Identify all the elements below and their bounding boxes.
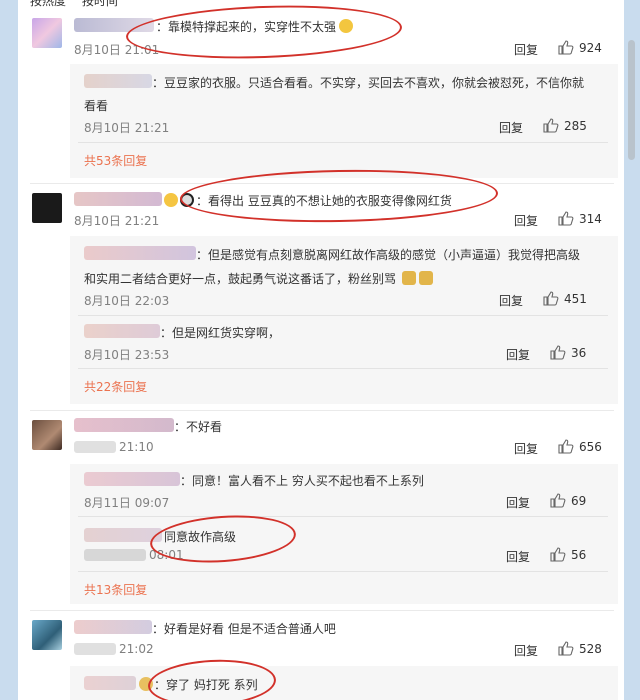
- like-count: 56: [571, 548, 587, 562]
- username-blurred[interactable]: [84, 74, 152, 88]
- avatar[interactable]: [32, 420, 62, 450]
- divider: [78, 142, 608, 143]
- like-count: 285: [564, 119, 587, 133]
- reply-text: ：但是感觉有点刻意脱离网红故作高级的感觉（小声逼逼）我觉得把高级: [196, 248, 581, 262]
- avatar[interactable]: [32, 18, 62, 48]
- thumbs-up-icon: [558, 40, 574, 55]
- like-button[interactable]: 656: [558, 439, 602, 454]
- like-count: 924: [579, 41, 602, 55]
- emoji-icon: [402, 271, 416, 285]
- thumbs-up-icon: [543, 118, 559, 133]
- emoji-icon: [164, 193, 178, 207]
- like-button[interactable]: 285: [543, 118, 587, 133]
- username-blurred[interactable]: [84, 472, 180, 486]
- reply-button[interactable]: 回复: [514, 440, 538, 457]
- reply-button[interactable]: 回复: [514, 642, 538, 659]
- sort-tabs: 按热度 按时间: [30, 0, 130, 9]
- reply-time: 8月10日 21:21: [84, 121, 170, 135]
- comment-time: 8月10日 21:21: [74, 214, 160, 228]
- reply-button[interactable]: 回复: [506, 494, 530, 511]
- comment-text: ：好看是好看 但是不适合普通人吧: [152, 622, 336, 636]
- like-count: 528: [579, 642, 602, 656]
- reply-text: ：但是网红货实穿啊，: [160, 326, 281, 340]
- like-count: 69: [571, 494, 587, 508]
- thumbs-up-icon: [558, 641, 574, 656]
- like-button[interactable]: 36: [550, 345, 586, 360]
- thumbs-up-icon: [550, 493, 566, 508]
- thumbs-up-icon: [558, 211, 574, 226]
- more-replies-link[interactable]: 共22条回复: [84, 378, 147, 395]
- scrollbar[interactable]: [628, 40, 635, 160]
- divider: [78, 315, 608, 316]
- divider: [30, 610, 614, 611]
- username-blurred[interactable]: [84, 324, 160, 338]
- more-replies-link[interactable]: 共53条回复: [84, 152, 147, 169]
- tab-time[interactable]: 按时间: [82, 0, 118, 8]
- emoji-icon: [419, 271, 433, 285]
- like-button[interactable]: 924: [558, 40, 602, 55]
- like-count: 36: [571, 346, 587, 360]
- reply-text-line2: 和实用二者结合更好一点，鼓起勇气说这番话了，粉丝别骂: [84, 272, 397, 286]
- like-button[interactable]: 56: [550, 547, 586, 562]
- username-blurred[interactable]: [84, 246, 196, 260]
- tab-hot[interactable]: 按热度: [30, 0, 66, 8]
- reply-button[interactable]: 回复: [514, 212, 538, 229]
- thumbs-up-icon: [543, 291, 559, 306]
- comment-text: ：不好看: [174, 420, 223, 434]
- thumbs-up-icon: [550, 547, 566, 562]
- thumbs-up-icon: [550, 345, 566, 360]
- like-count: 314: [579, 212, 602, 226]
- username-blurred[interactable]: [74, 620, 152, 634]
- divider: [78, 368, 608, 369]
- more-replies-link[interactable]: 共13条回复: [84, 581, 147, 598]
- like-button[interactable]: 451: [543, 291, 587, 306]
- reply-button[interactable]: 回复: [506, 346, 530, 363]
- comment-panel: 按热度 按时间 ：靠模特撑起来的，实穿性不太强 8月10日 21:01 回复 9…: [18, 0, 624, 700]
- username-blurred[interactable]: [74, 192, 162, 206]
- highlight-circle: [125, 1, 403, 63]
- reply-time: 8月10日 23:53: [84, 348, 170, 362]
- thumbs-up-icon: [558, 439, 574, 454]
- avatar[interactable]: [32, 620, 62, 650]
- divider: [78, 571, 608, 572]
- username-blurred[interactable]: [84, 676, 136, 690]
- highlight-circle: [146, 656, 278, 700]
- reply-button[interactable]: 回复: [506, 548, 530, 565]
- reply-text-line2: 看看: [84, 99, 109, 113]
- reply-text: ：豆豆家的衣服。只适合看看。不实穿，买回去不喜欢，你就会被怼死，不信你就: [152, 76, 585, 90]
- reply-time: 8月11日 09:07: [84, 496, 170, 510]
- reply-text: ：同意！富人看不上 穷人买不起也看不上系列: [180, 474, 424, 488]
- username-blurred[interactable]: [74, 418, 174, 432]
- date-blurred: [74, 643, 116, 655]
- reply-time: 8月10日 22:03: [84, 294, 170, 308]
- reply-button[interactable]: 回复: [514, 41, 538, 58]
- like-button[interactable]: 69: [550, 493, 586, 508]
- divider: [78, 516, 608, 517]
- like-button[interactable]: 314: [558, 211, 602, 226]
- comment-time: 21:10: [119, 440, 154, 454]
- avatar[interactable]: [32, 193, 62, 223]
- divider: [30, 410, 614, 411]
- comment-time: 21:02: [119, 642, 154, 656]
- reply-button[interactable]: 回复: [499, 119, 523, 136]
- date-blurred: [84, 549, 146, 561]
- like-count: 656: [579, 440, 602, 454]
- like-count: 451: [564, 292, 587, 306]
- like-button[interactable]: 528: [558, 641, 602, 656]
- reply-button[interactable]: 回复: [499, 292, 523, 309]
- date-blurred: [74, 441, 116, 453]
